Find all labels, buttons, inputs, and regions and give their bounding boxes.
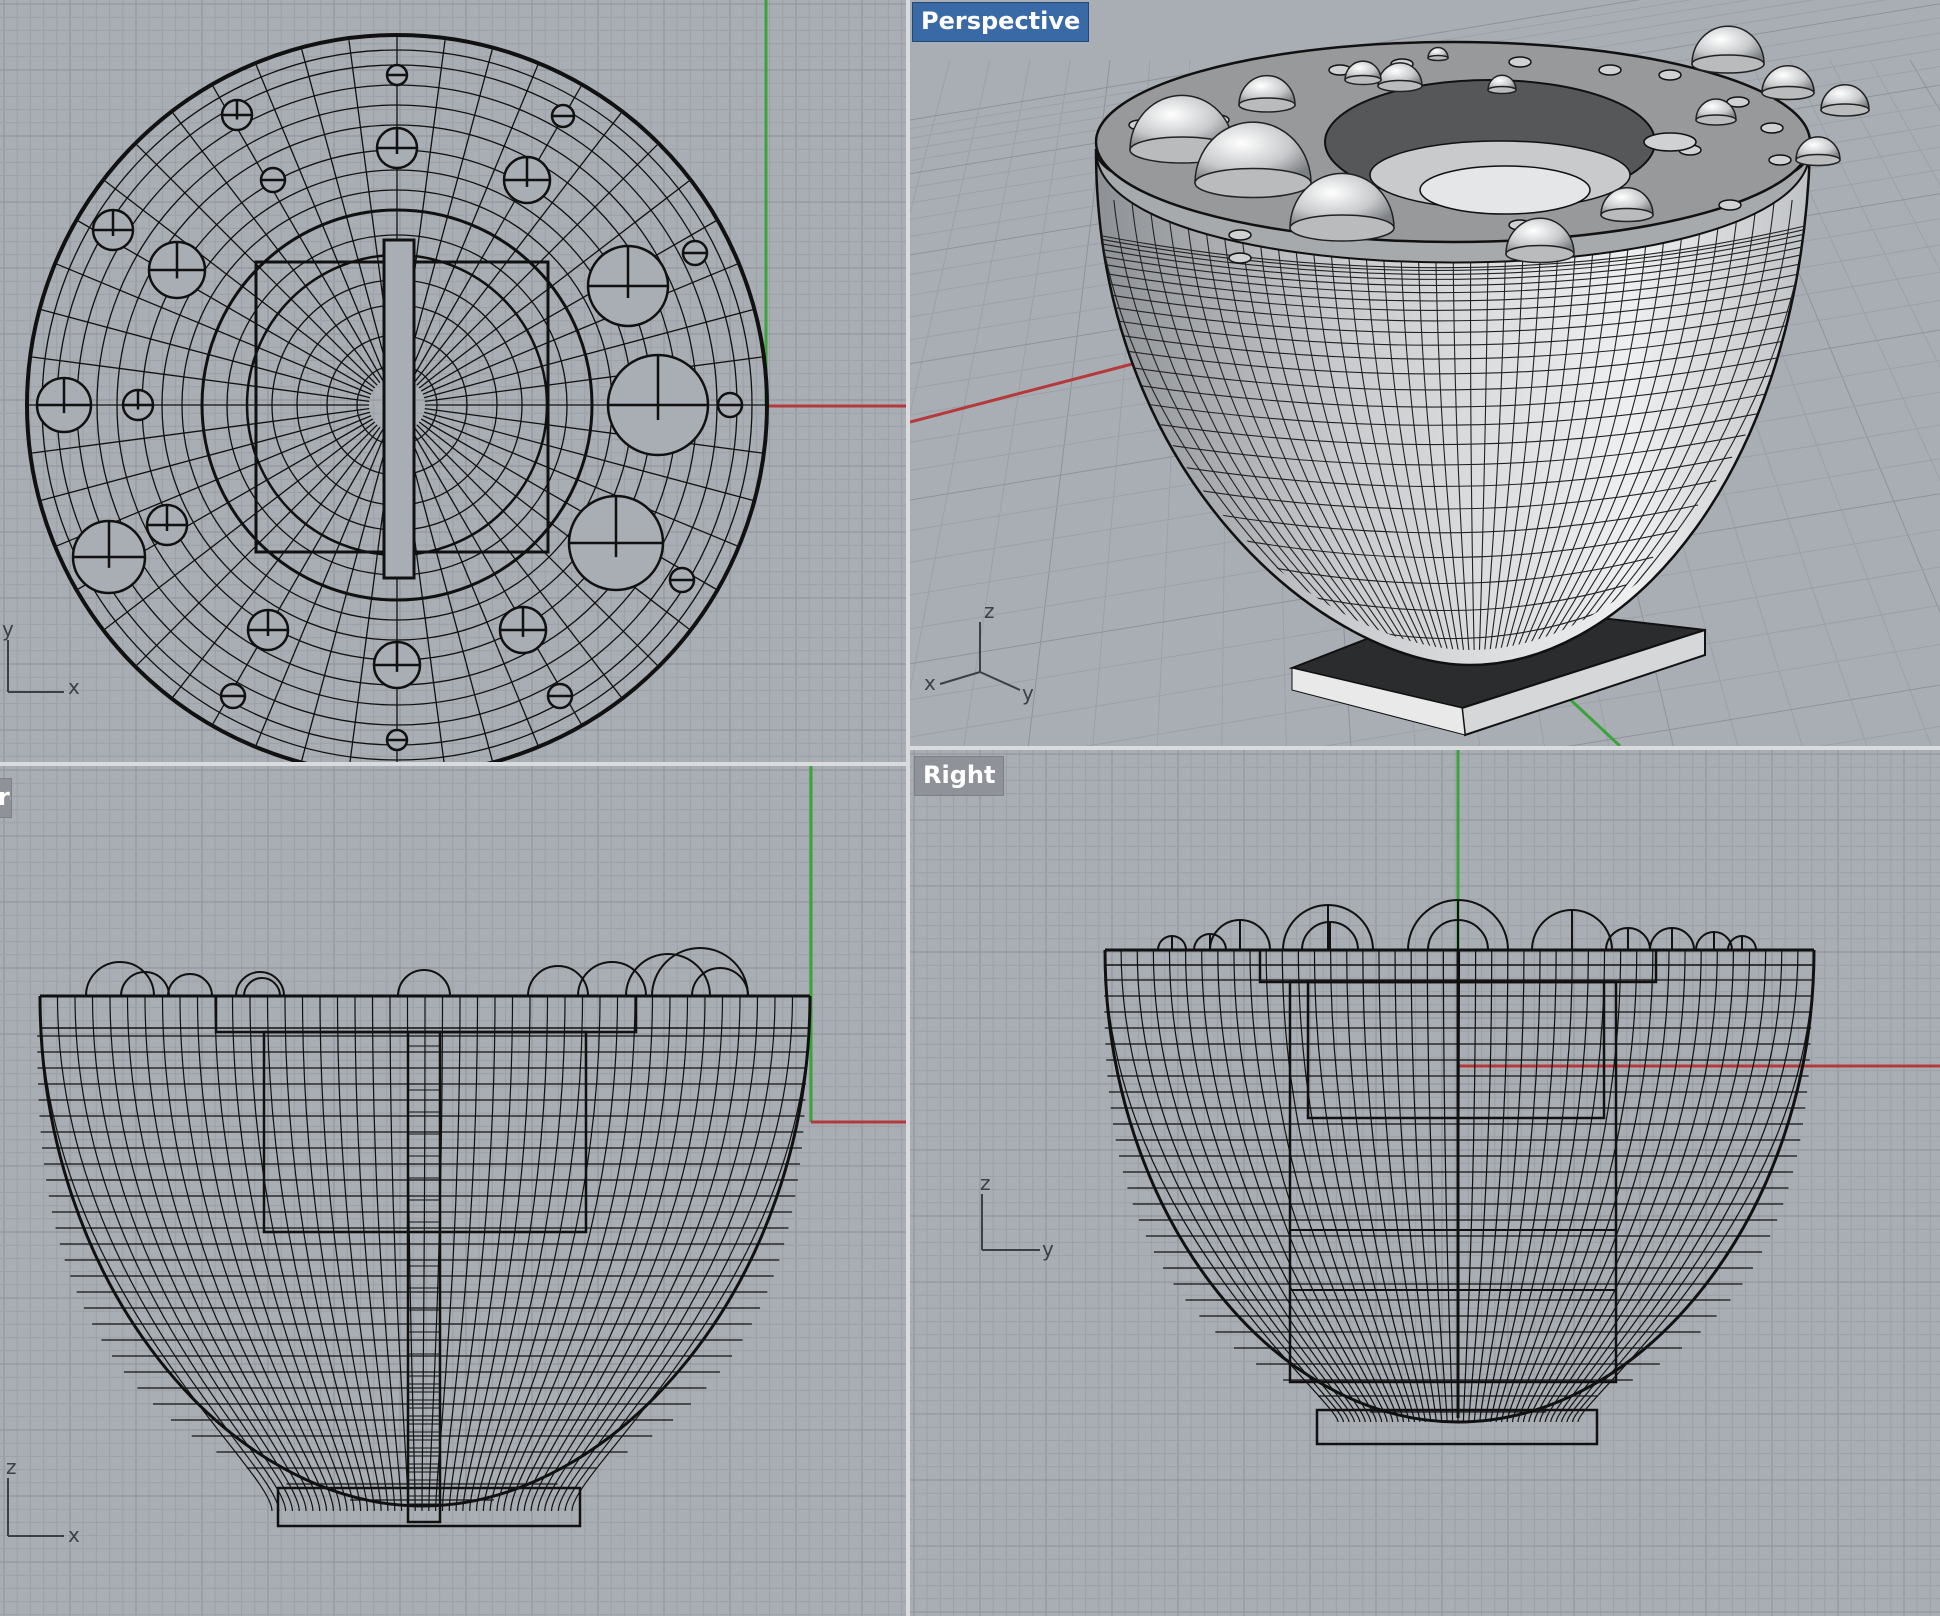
axis-gizmo-icon — [7, 640, 64, 693]
axis-gizmo-icon — [7, 1478, 64, 1537]
viewport-top[interactable]: y x — [0, 0, 906, 762]
right-grid — [910, 750, 1940, 1616]
axis-label-z: z — [980, 1171, 991, 1195]
bowl-front-wireframe — [37, 947, 812, 1528]
top-view-canvas[interactable]: y x — [0, 0, 906, 762]
axis-label-y: y — [1022, 681, 1034, 705]
axis-label-z: z — [984, 599, 995, 623]
viewport-front[interactable]: Front z x — [0, 766, 906, 1616]
axis-label-x: x — [68, 675, 80, 699]
viewport-tab-right[interactable]: Right — [914, 756, 1005, 796]
axis-label-y: y — [2, 617, 14, 641]
viewport-tab-front[interactable]: Front — [0, 778, 12, 818]
viewport-perspective[interactable]: Perspective z x y — [910, 0, 1940, 746]
axis-label-x: x — [68, 1523, 80, 1547]
axis-label-z: z — [6, 1455, 17, 1479]
top-grid — [0, 0, 906, 762]
x-axis-line — [910, 360, 1141, 424]
bowl-right-wireframe — [1103, 899, 1816, 1446]
front-view-canvas[interactable]: z x — [0, 766, 906, 1616]
axis-label-x: x — [924, 671, 936, 695]
axis-gizmo-icon — [939, 622, 1021, 691]
right-view-canvas[interactable]: z y — [910, 750, 1940, 1616]
viewport-tab-perspective[interactable]: Perspective — [912, 2, 1090, 42]
perspective-canvas[interactable]: z x y — [910, 0, 1940, 746]
axis-label-y: y — [1042, 1237, 1054, 1261]
viewport-right[interactable]: Right z y — [910, 750, 1940, 1616]
bowl-top-wireframe — [25, 33, 769, 762]
